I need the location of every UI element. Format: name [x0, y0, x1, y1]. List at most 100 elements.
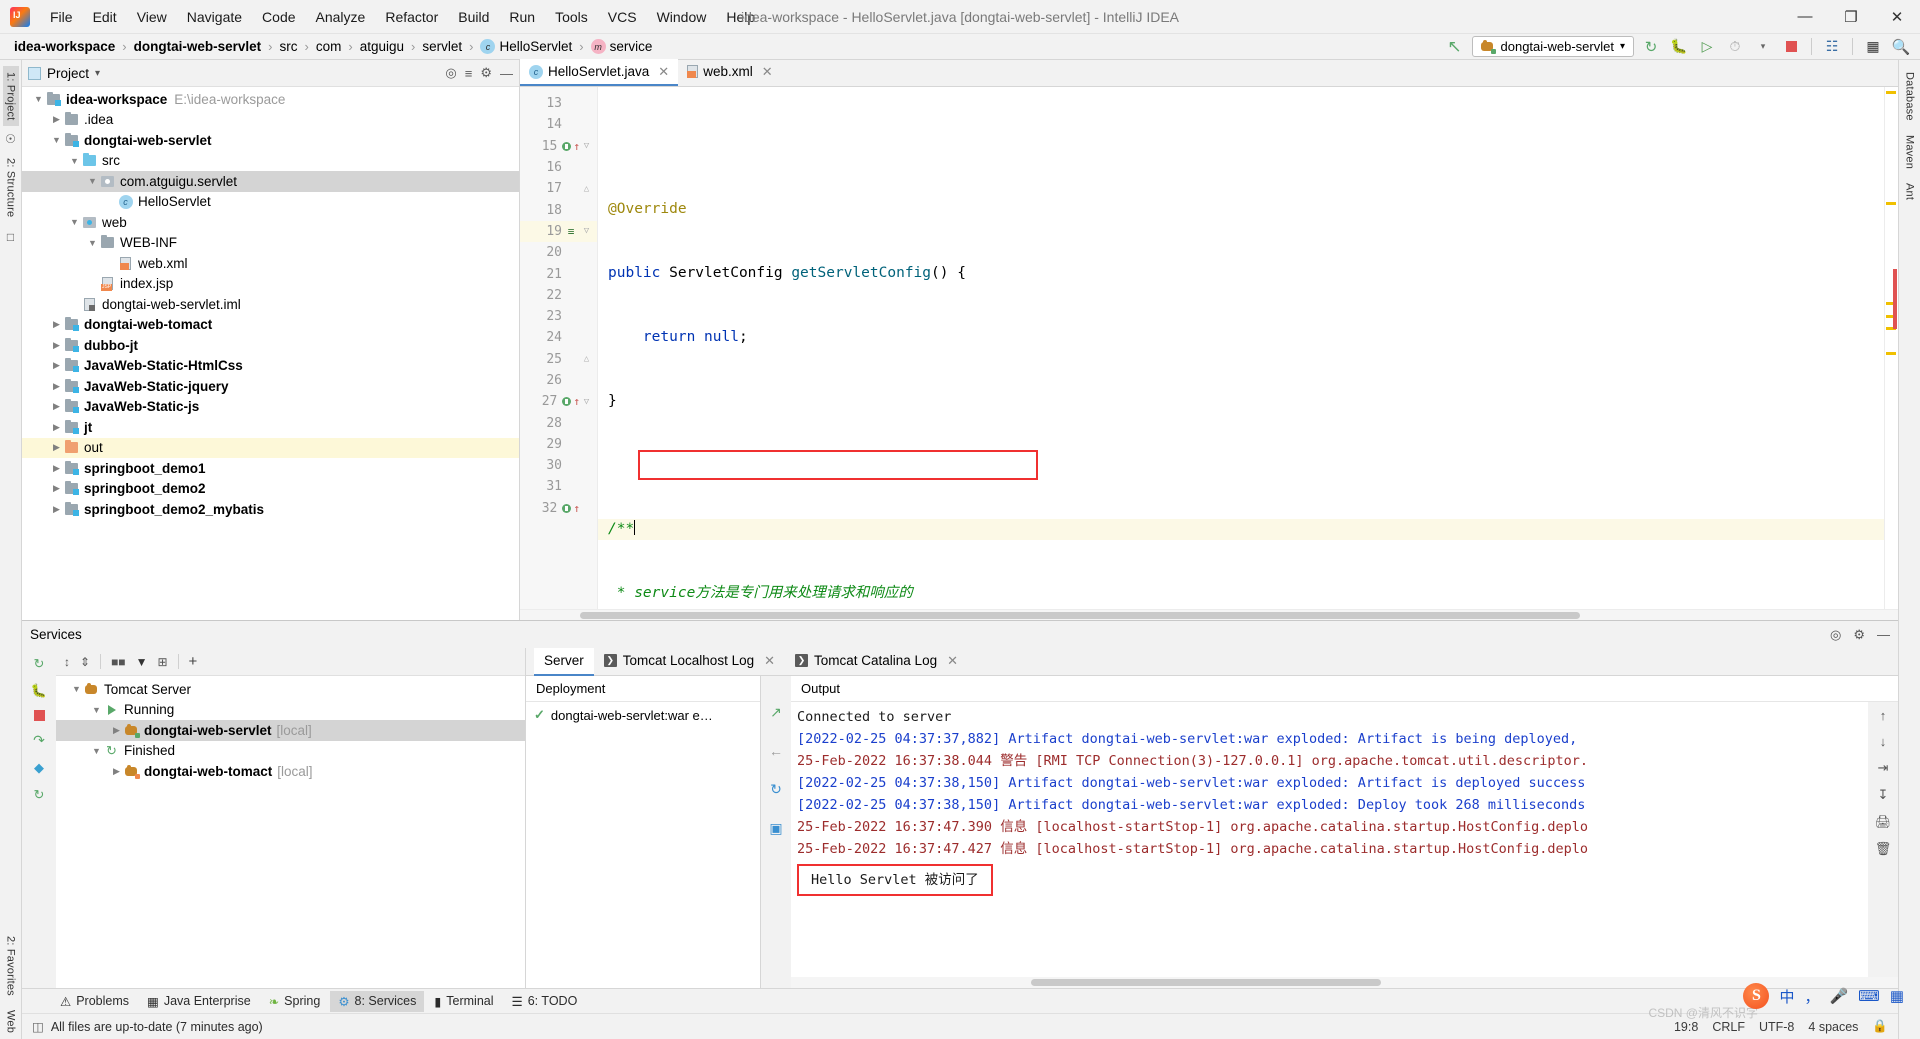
expand-arrow-icon[interactable]: ▼ — [90, 705, 103, 715]
toolwindow-services[interactable]: ⚙ 8: Services — [330, 990, 425, 1012]
scroll-down-icon[interactable]: ↓ — [1880, 734, 1887, 749]
close-icon[interactable]: ✕ — [947, 653, 958, 669]
tab-tomcat-localhost-log[interactable]: ❯ Tomcat Localhost Log ✕ — [594, 648, 785, 676]
caret-position[interactable]: 19:8 — [1674, 1020, 1698, 1034]
menu-run[interactable]: Run — [499, 5, 545, 29]
scroll-to-end-icon[interactable]: ↧ — [1878, 787, 1889, 803]
expand-arrow-icon[interactable]: ▶ — [50, 381, 63, 392]
tab-tomcat-catalina-log[interactable]: ❯ Tomcat Catalina Log ✕ — [785, 648, 968, 676]
sidebar-item-ant[interactable]: Ant — [1902, 177, 1918, 206]
chevron-down-icon[interactable]: ▾ — [95, 68, 100, 79]
search-everywhere-icon[interactable]: 🔍 — [1890, 36, 1912, 57]
gutter-line-22[interactable]: 22 — [520, 285, 597, 306]
services-node-dongtai-web-servlet[interactable]: ▶ dongtai-web-servlet [local] — [56, 720, 525, 741]
output-log[interactable]: Connected to server [2022-02-25 04:37:37,… — [791, 702, 1868, 977]
sidebar-item-structure[interactable]: 2: Structure — [3, 152, 19, 223]
expand-arrow-icon[interactable]: ▶ — [50, 463, 63, 474]
restart-icon[interactable]: ▣ — [769, 820, 782, 837]
menu-analyze[interactable]: Analyze — [306, 5, 376, 29]
services-node-running[interactable]: ▼ Running — [56, 700, 525, 721]
expand-arrow-icon[interactable]: ▶ — [50, 360, 63, 371]
tab-server[interactable]: Server — [534, 647, 594, 676]
debug-icon[interactable]: 🐛 — [31, 683, 47, 699]
build-project-icon[interactable]: ☷ — [1821, 36, 1843, 57]
hide-icon[interactable]: — — [1877, 627, 1890, 642]
tab-web-xml[interactable]: web.xml ✕ — [678, 59, 781, 86]
expand-arrow-icon[interactable]: ▼ — [50, 135, 63, 145]
locate-icon[interactable]: ◎ — [1830, 627, 1841, 643]
run-with-coverage-icon[interactable]: ▷ — [1696, 36, 1718, 57]
fold-handle-icon[interactable]: △ — [580, 184, 593, 194]
deploy-icon[interactable]: ↷ — [33, 732, 45, 749]
menu-bar[interactable]: File Edit View Navigate Code Analyze Ref… — [40, 5, 765, 29]
fold-handle-icon[interactable]: ▽ — [580, 226, 593, 236]
expand-arrow-icon[interactable]: ▶ — [110, 766, 123, 777]
undeploy-arrow-icon[interactable]: ← — [769, 743, 783, 759]
tree-node-springboot-demo2-mybatis[interactable]: ▶ springboot_demo2_mybatis — [22, 499, 519, 520]
show-icon[interactable]: ⊞ — [157, 655, 167, 669]
tree-node-dongtai-web-servlet[interactable]: ▼ dongtai-web-servlet — [22, 130, 519, 151]
tree-node-web-xml[interactable]: web.xml — [22, 253, 519, 274]
expand-arrow-icon[interactable]: ▶ — [50, 422, 63, 433]
collapse-all-icon[interactable]: ⇕ — [80, 655, 90, 669]
services-node-dongtai-web-tomact[interactable]: ▶ dongtai-web-tomact [local] — [56, 761, 525, 782]
services-node-finished[interactable]: ▼ ↻ Finished — [56, 741, 525, 762]
fold-handle-icon[interactable]: ▽ — [580, 141, 593, 151]
gutter-line-17[interactable]: 17 △ — [520, 178, 597, 199]
tree-node-springboot-demo2[interactable]: ▶ springboot_demo2 — [22, 479, 519, 500]
project-tree[interactable]: ▼ idea-workspace E:\idea-workspace ▶ .idea ▼ d… — [22, 87, 519, 620]
line-separator[interactable]: CRLF — [1712, 1020, 1745, 1034]
tree-node-helloservlet[interactable]: c HelloServlet — [22, 192, 519, 213]
apps-icon[interactable]: ▦ — [1890, 987, 1904, 1005]
menu-build[interactable]: Build — [448, 5, 499, 29]
refresh-icon[interactable]: ↻ — [34, 787, 45, 803]
rerun-icon[interactable]: ↻ — [1640, 36, 1662, 57]
collapse-all-icon[interactable]: ≡ — [465, 66, 473, 81]
group-icon[interactable]: ■■ — [111, 655, 126, 669]
filter-icon[interactable]: ▼ — [136, 655, 148, 669]
tree-node-springboot-demo1[interactable]: ▶ springboot_demo1 — [22, 458, 519, 479]
select-opened-file-icon[interactable]: ▦ — [1862, 36, 1884, 57]
gutter-line-29[interactable]: 29 — [520, 434, 597, 455]
tree-node-out[interactable]: ▶ out — [22, 437, 519, 458]
gutter-line-31[interactable]: 31 — [520, 476, 597, 497]
breadcrumb-com[interactable]: com — [312, 38, 346, 55]
lock-icon[interactable]: 🔒 — [1872, 1019, 1888, 1034]
override-arrow-icon[interactable]: ↑ — [573, 140, 580, 153]
tree-node-javaweb-static-js[interactable]: ▶ JavaWeb-Static-js — [22, 397, 519, 418]
menu-navigate[interactable]: Navigate — [177, 5, 252, 29]
menu-code[interactable]: Code — [252, 5, 305, 29]
toolwindow-terminal[interactable]: ▮ Terminal — [426, 991, 501, 1012]
redeploy-icon[interactable]: ↻ — [770, 781, 782, 798]
expand-arrow-icon[interactable]: ▼ — [68, 156, 81, 166]
gutter-line-19[interactable]: 19 ≡ ▽ — [520, 220, 597, 243]
gutter-line-32[interactable]: 32 ↑ — [520, 498, 597, 519]
close-icon[interactable]: ✕ — [658, 64, 669, 80]
override-arrow-icon[interactable]: ↑ — [573, 395, 580, 408]
ime-punctuation[interactable]: ， — [1804, 986, 1819, 1007]
menu-view[interactable]: View — [127, 5, 177, 29]
menu-window[interactable]: Window — [647, 5, 717, 29]
error-stripe[interactable] — [1884, 87, 1898, 609]
menu-tools[interactable]: Tools — [545, 5, 598, 29]
services-tree[interactable]: ▼ Tomcat Server ▼ Running ▶ dongtai-web-servl… — [56, 676, 525, 988]
tree-node-web[interactable]: ▼ web — [22, 212, 519, 233]
expand-arrow-icon[interactable]: ▶ — [50, 114, 63, 125]
menu-help[interactable]: Help — [716, 5, 765, 29]
toolwindow-problems[interactable]: ⚠ Problems — [52, 991, 137, 1012]
print-icon[interactable]: 🖨 — [1875, 814, 1892, 830]
expand-arrow-icon[interactable]: ▶ — [50, 340, 63, 351]
expand-arrow-icon[interactable]: ▶ — [50, 401, 63, 412]
deploy-arrow-icon[interactable]: ↗ — [770, 704, 782, 721]
debug-icon[interactable]: 🐛 — [1668, 36, 1690, 57]
filter-icon[interactable]: ◆ — [34, 760, 44, 776]
settings-icon[interactable]: ⚙ — [1853, 627, 1865, 643]
code-editor[interactable]: 13 14 15 ↑ ▽ 16 17 △ 18 19 ≡ ▽ 20 21 22 23 24 25 △ 26 27 ↑ ▽ 28… — [520, 87, 1898, 609]
menu-edit[interactable]: Edit — [83, 5, 127, 29]
gutter-line-26[interactable]: 26 — [520, 370, 597, 391]
gutter-line-20[interactable]: 20 — [520, 242, 597, 263]
tree-node-web-inf[interactable]: ▼ WEB-INF — [22, 233, 519, 254]
keyboard-icon[interactable]: ⌨ — [1858, 987, 1880, 1005]
gutter-line-28[interactable]: 28 — [520, 412, 597, 433]
gutter-line-24[interactable]: 24 — [520, 327, 597, 348]
